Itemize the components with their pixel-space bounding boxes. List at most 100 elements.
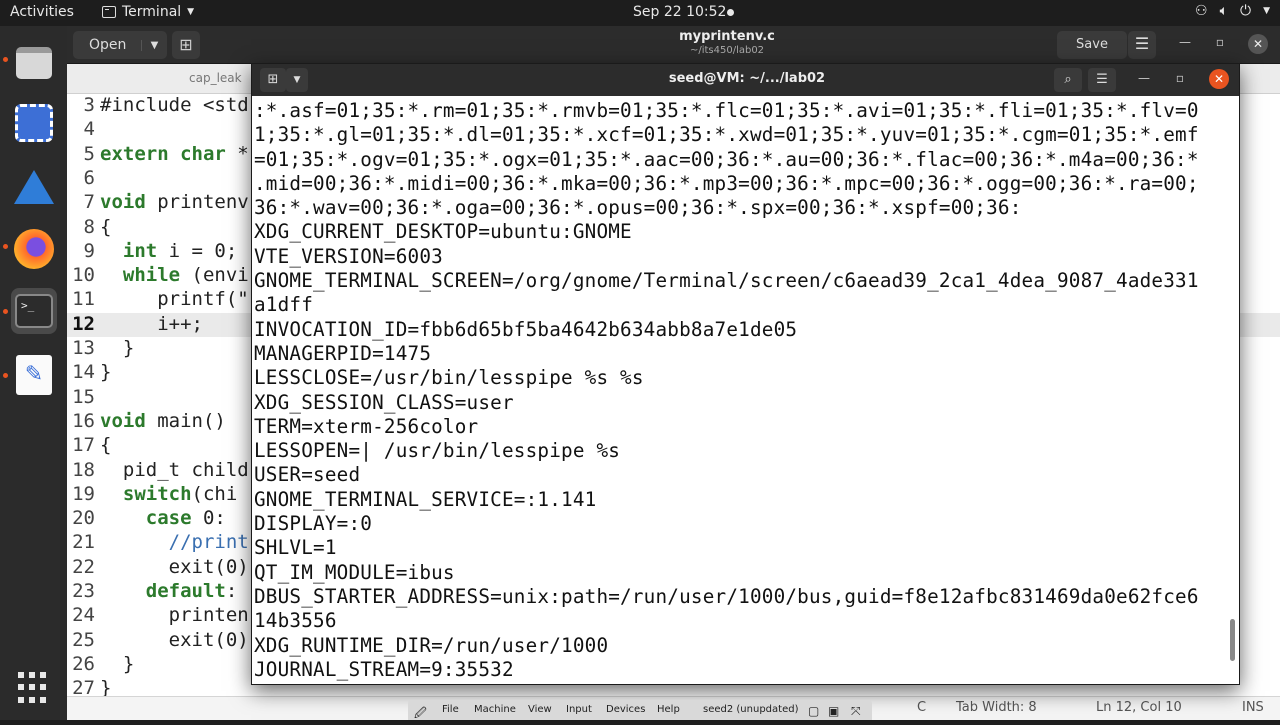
menu-view[interactable]: View [528,704,552,715]
code-text: } [100,337,135,359]
wireshark-app-icon[interactable] [11,164,57,210]
terminal-icon [102,6,116,18]
editor-title: myprintenv.c [679,29,775,44]
terminal-line: XDG_RUNTIME_DIR=/run/user/1000 [254,633,609,657]
terminal-line: SHLVL=1 [254,536,337,560]
code-text: int i = 0; [122,239,238,262]
settings-icon[interactable]: 🖉︎ [414,704,427,725]
code-text: printen [100,604,249,627]
terminal-line: XDG_SESSION_CLASS=user [254,390,514,414]
code-text: default: [145,580,238,602]
fullscreen-icon[interactable]: ⤧ [851,704,861,719]
show-apps-icon[interactable] [18,672,50,704]
clock[interactable]: Sep 22 10:52 [633,4,726,20]
terminal-line: .mid=00;36:*.midi=00;36:*.mka=00;36:*.mp… [254,171,1199,195]
insert-mode: INS [1242,700,1264,715]
code-text: exit(0) [100,555,249,578]
close-icon[interactable]: ✕ [1209,69,1229,89]
running-indicator [3,244,8,249]
code-text: #include <std [100,94,249,116]
line-number: 18 [72,458,95,481]
power-icon: ⏻ [1240,3,1252,19]
line-number: 12 [72,312,95,335]
line-number: 9 [83,239,95,262]
editor-subtitle: ~/its450/lab02 [689,45,765,56]
caret-down-icon: ▼ [1263,6,1270,16]
code-text: } [100,361,112,384]
firefox-app-icon[interactable] [11,226,57,272]
terminal-line: 1;35:*.gl=01;35:*.dl=01;35:*.xcf=01;35:*… [254,123,1199,147]
code-text: i++; [100,312,203,335]
editor-headerbar: Open ▼ ⊞ myprintenv.c ~/its450/lab02 Sav… [67,26,1280,64]
line-number: 15 [72,385,95,408]
volume-icon: 🔈︎ [1219,3,1228,19]
line-number: 7 [83,191,95,214]
line-number: 3 [83,94,95,116]
new-document-icon[interactable]: ⊞ [172,31,200,59]
terminal-app-icon[interactable]: >_ [11,288,57,334]
terminal-line: GNOME_TERMINAL_SERVICE=:1.141 [254,487,597,511]
search-icon[interactable]: ⌕ [1054,68,1082,92]
scrollbar[interactable] [1230,619,1235,661]
code-text: void printenv [100,191,249,214]
line-number: 24 [72,604,95,627]
maximize-icon[interactable]: ▫ [1210,35,1230,49]
terminal-line: DISPLAY=:0 [254,512,373,536]
line-number: 8 [83,215,95,238]
line-number: 22 [72,555,95,578]
menu-devices[interactable]: Devices [606,704,645,715]
chevron-down-icon[interactable]: ▼ [286,68,308,92]
terminal-output[interactable]: :*.asf=01;35:*.rm=01;35:*.rmvb=01;35:*.f… [254,99,1230,682]
minimize-icon[interactable]: — [1175,35,1195,49]
language-selector[interactable]: C [917,700,926,715]
terminal-line: LESSCLOSE=/usr/bin/lesspipe %s %s [254,366,644,390]
line-number: 4 [83,118,95,141]
line-number: 10 [72,264,95,287]
app-menu[interactable]: Terminal ▼ [102,4,194,20]
running-indicator [3,309,8,314]
hamburger-menu-icon[interactable]: ☰ [1128,31,1156,59]
code-text: void main() [100,409,226,432]
top-bar: Activities Terminal ▼ Sep 22 10:52 ⚇ 🔈︎ … [0,0,1280,26]
terminal-line: VTE_VERSION=6003 [254,244,443,268]
terminal-line: 14b3556 [254,609,337,633]
running-indicator [3,373,8,378]
line-number: 17 [72,434,95,457]
display-icon: ▣ [828,704,840,718]
save-button[interactable]: Save [1057,31,1127,59]
monitor-icon: ▢ [808,704,820,718]
hamburger-menu-icon[interactable]: ☰ [1088,68,1116,92]
terminal-line: :*.asf=01;35:*.rm=01;35:*.rmvb=01;35:*.f… [254,99,1199,122]
code-text: { [100,434,112,457]
open-button[interactable]: Open ▼ [73,31,167,59]
menu-help[interactable]: Help [657,704,680,715]
chevron-down-icon[interactable]: ▼ [141,39,167,51]
activities-button[interactable]: Activities [10,4,74,20]
menu-file[interactable]: File [442,704,459,715]
maximize-icon[interactable]: ▫ [1170,71,1190,85]
files-app-icon[interactable] [11,40,57,86]
terminal-title: seed@VM: ~/.../lab02 [668,71,826,86]
minimize-icon[interactable]: — [1134,71,1154,85]
code-text: } [100,652,135,675]
line-number: 11 [72,288,95,311]
open-label: Open [89,37,127,53]
tab-cap-leak[interactable]: cap_leak [189,71,242,85]
line-number: 13 [72,337,95,359]
screenshot-app-icon[interactable] [11,100,57,146]
tab-width-selector[interactable]: Tab Width: 8 [956,700,1037,715]
code-text: { [100,215,112,238]
system-tray[interactable]: ⚇ 🔈︎ ⏻ ▼ [1195,3,1270,19]
terminal-line: 36:*.wav=00;36:*.oga=00;36:*.opus=00;36:… [254,196,1022,220]
terminal-line: LESSOPEN=| /usr/bin/lesspipe %s [254,439,621,463]
vm-status-text: seed2 (unupdated) [703,704,799,715]
terminal-line: TERM=xterm-256color [254,414,479,438]
code-text: extern char * [100,142,249,165]
menu-input[interactable]: Input [566,704,592,715]
close-icon[interactable]: ✕ [1248,34,1268,54]
terminal-line: XDG_CURRENT_DESKTOP=ubuntu:GNOME [254,220,632,244]
code-text: while (envi [122,264,249,287]
text-editor-app-icon[interactable]: ✎ [11,352,57,398]
menu-machine[interactable]: Machine [474,704,516,715]
new-tab-icon[interactable]: ⊞ [260,68,286,92]
